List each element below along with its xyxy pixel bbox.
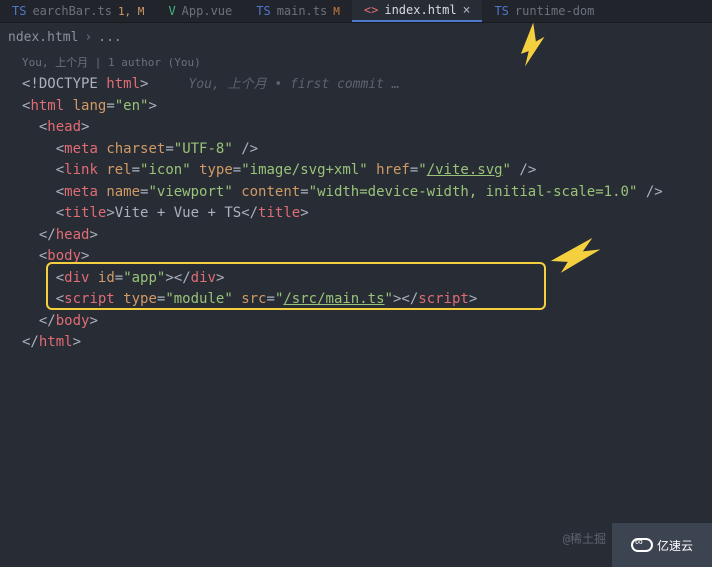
close-icon[interactable]: ×	[463, 3, 471, 18]
tab-label: index.html	[384, 3, 456, 17]
code-line: <head>	[22, 117, 712, 139]
breadcrumb-rest: ...	[98, 30, 121, 45]
code-line: <meta charset="UTF-8" />	[22, 139, 712, 161]
tab-modified: M	[333, 5, 340, 18]
watermark-text: @稀土掘	[563, 530, 606, 547]
watermark-logo: 亿速云	[612, 523, 712, 567]
cloud-icon	[631, 538, 653, 552]
code-line: <div id="app"></div>	[22, 268, 712, 290]
git-code-lens: You, 上个月 • first commit …	[188, 77, 399, 92]
tab-label: runtime-dom	[515, 4, 594, 18]
git-author-line: You, 上个月 | 1 author (You)	[0, 52, 712, 72]
chevron-right-icon: ›	[84, 30, 92, 45]
html-icon: <>	[364, 3, 378, 17]
ts-icon: TS	[256, 4, 270, 18]
vue-icon: V	[168, 4, 175, 18]
code-line: <!DOCTYPE html>You, 上个月 • first commit …	[22, 74, 712, 96]
tab-main-ts[interactable]: TS main.ts M	[244, 0, 352, 22]
code-line: </html>	[22, 332, 712, 354]
code-line: <script type="module" src="/src/main.ts"…	[22, 289, 712, 311]
code-line: </head>	[22, 225, 712, 247]
tab-index-html[interactable]: <> index.html ×	[352, 0, 483, 22]
tab-label: earchBar.ts	[32, 4, 111, 18]
code-line: </body>	[22, 311, 712, 333]
breadcrumb[interactable]: ndex.html › ...	[0, 22, 712, 52]
code-line: <title>Vite + Vue + TS</title>	[22, 203, 712, 225]
code-line: <meta name="viewport" content="width=dev…	[22, 182, 712, 204]
tab-searchbar[interactable]: TS earchBar.ts 1, M	[0, 0, 156, 22]
tab-app-vue[interactable]: V App.vue	[156, 0, 244, 22]
tab-label: App.vue	[182, 4, 233, 18]
tab-runtime-dom[interactable]: TS runtime-dom	[482, 0, 606, 22]
breadcrumb-file: ndex.html	[8, 30, 78, 45]
code-editor[interactable]: <!DOCTYPE html>You, 上个月 • first commit ……	[0, 72, 712, 354]
code-line: <html lang="en">	[22, 96, 712, 118]
ts-icon: TS	[12, 4, 26, 18]
ts-icon: TS	[494, 4, 508, 18]
code-line: <link rel="icon" type="image/svg+xml" hr…	[22, 160, 712, 182]
editor-tabs: TS earchBar.ts 1, M V App.vue TS main.ts…	[0, 0, 712, 22]
tab-label: main.ts	[277, 4, 328, 18]
tab-modified: 1, M	[118, 5, 145, 18]
code-line: <body>	[22, 246, 712, 268]
